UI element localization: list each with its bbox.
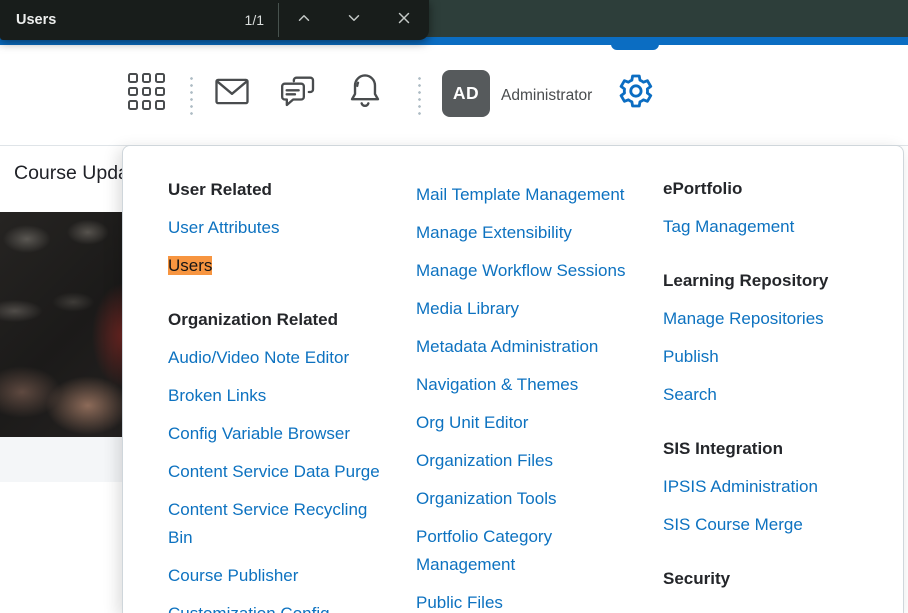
menu-item-content-service-data-purge[interactable]: Content Service Data Purge xyxy=(168,458,396,486)
menu-column-middle: Mail Template Management Manage Extensib… xyxy=(416,181,644,613)
navbar-divider-dots xyxy=(418,75,421,115)
menu-item-manage-extensibility[interactable]: Manage Extensibility xyxy=(416,219,644,247)
menu-item-users[interactable]: Users xyxy=(168,252,396,280)
section-header-learning-repository: Learning Repository xyxy=(663,267,891,295)
course-card-footer xyxy=(0,437,122,482)
menu-item-org-unit-editor[interactable]: Org Unit Editor xyxy=(416,409,644,437)
menu-item-organization-files[interactable]: Organization Files xyxy=(416,447,644,475)
menu-item-config-variable-browser[interactable]: Config Variable Browser xyxy=(168,420,396,448)
menu-item-navigation-themes[interactable]: Navigation & Themes xyxy=(416,371,644,399)
admin-tools-menu: User Related User Attributes Users Organ… xyxy=(122,145,904,613)
menu-item-user-attributes[interactable]: User Attributes xyxy=(168,214,396,242)
find-previous-button[interactable] xyxy=(279,0,329,40)
menu-caret xyxy=(615,145,640,158)
menu-column-right: ePortfolio Tag Management Learning Repos… xyxy=(663,175,891,603)
chevron-down-icon xyxy=(345,9,363,32)
menu-item-course-publisher[interactable]: Course Publisher xyxy=(168,562,396,590)
find-query-input[interactable]: Users xyxy=(0,12,245,28)
settings-active-indicator xyxy=(611,37,659,50)
menu-item-portfolio-category-management[interactable]: Portfolio Category Management xyxy=(416,523,644,579)
menu-item-audio-video-note-editor[interactable]: Audio/Video Note Editor xyxy=(168,344,396,372)
menu-item-manage-repositories[interactable]: Manage Repositories xyxy=(663,305,891,333)
site-navbar: AD Administrator xyxy=(0,45,908,146)
menu-item-organization-tools[interactable]: Organization Tools xyxy=(416,485,644,513)
chat-icon[interactable] xyxy=(278,72,318,117)
find-in-page-bar[interactable]: Users 1/1 xyxy=(0,0,429,40)
menu-item-manage-workflow-sessions[interactable]: Manage Workflow Sessions xyxy=(416,257,644,285)
navbar-divider-dots xyxy=(190,75,193,115)
mail-icon[interactable] xyxy=(213,76,251,112)
menu-item-mail-template-management[interactable]: Mail Template Management xyxy=(416,181,644,209)
avatar[interactable]: AD xyxy=(442,70,490,117)
menu-item-metadata-administration[interactable]: Metadata Administration xyxy=(416,333,644,361)
menu-item-sis-course-merge[interactable]: SIS Course Merge xyxy=(663,511,891,539)
chevron-up-icon xyxy=(295,9,313,32)
section-header-eportfolio: ePortfolio xyxy=(663,175,891,203)
find-match-highlight: Users xyxy=(168,256,212,275)
menu-item-media-library[interactable]: Media Library xyxy=(416,295,644,323)
menu-item-content-service-recycling-bin[interactable]: Content Service Recycling Bin xyxy=(168,496,396,552)
apps-waffle-icon[interactable] xyxy=(128,73,165,110)
alerts-bell-icon[interactable] xyxy=(346,70,384,117)
section-header-organization-related: Organization Related xyxy=(168,306,396,334)
menu-item-search[interactable]: Search xyxy=(663,381,891,409)
menu-item-tag-management[interactable]: Tag Management xyxy=(663,213,891,241)
section-header-sis-integration: SIS Integration xyxy=(663,435,891,463)
page-title: Course Updates xyxy=(14,162,122,185)
menu-item-ipsis-administration[interactable]: IPSIS Administration xyxy=(663,473,891,501)
user-name-label: Administrator xyxy=(501,45,592,146)
section-header-user-related: User Related xyxy=(168,176,396,204)
menu-item-customization-config[interactable]: Customization Config xyxy=(168,600,396,613)
menu-item-public-files[interactable]: Public Files xyxy=(416,589,644,613)
section-header-security: Security xyxy=(663,565,891,593)
find-next-button[interactable] xyxy=(329,0,379,40)
find-match-counter: 1/1 xyxy=(245,12,278,28)
settings-gear-icon[interactable] xyxy=(615,71,655,116)
menu-item-broken-links[interactable]: Broken Links xyxy=(168,382,396,410)
find-close-button[interactable] xyxy=(379,0,429,40)
close-icon xyxy=(395,9,413,32)
course-banner-image xyxy=(0,212,122,437)
menu-item-publish[interactable]: Publish xyxy=(663,343,891,371)
menu-column-user-related: User Related User Attributes Users Organ… xyxy=(168,176,396,613)
avatar-initials: AD xyxy=(453,83,479,104)
